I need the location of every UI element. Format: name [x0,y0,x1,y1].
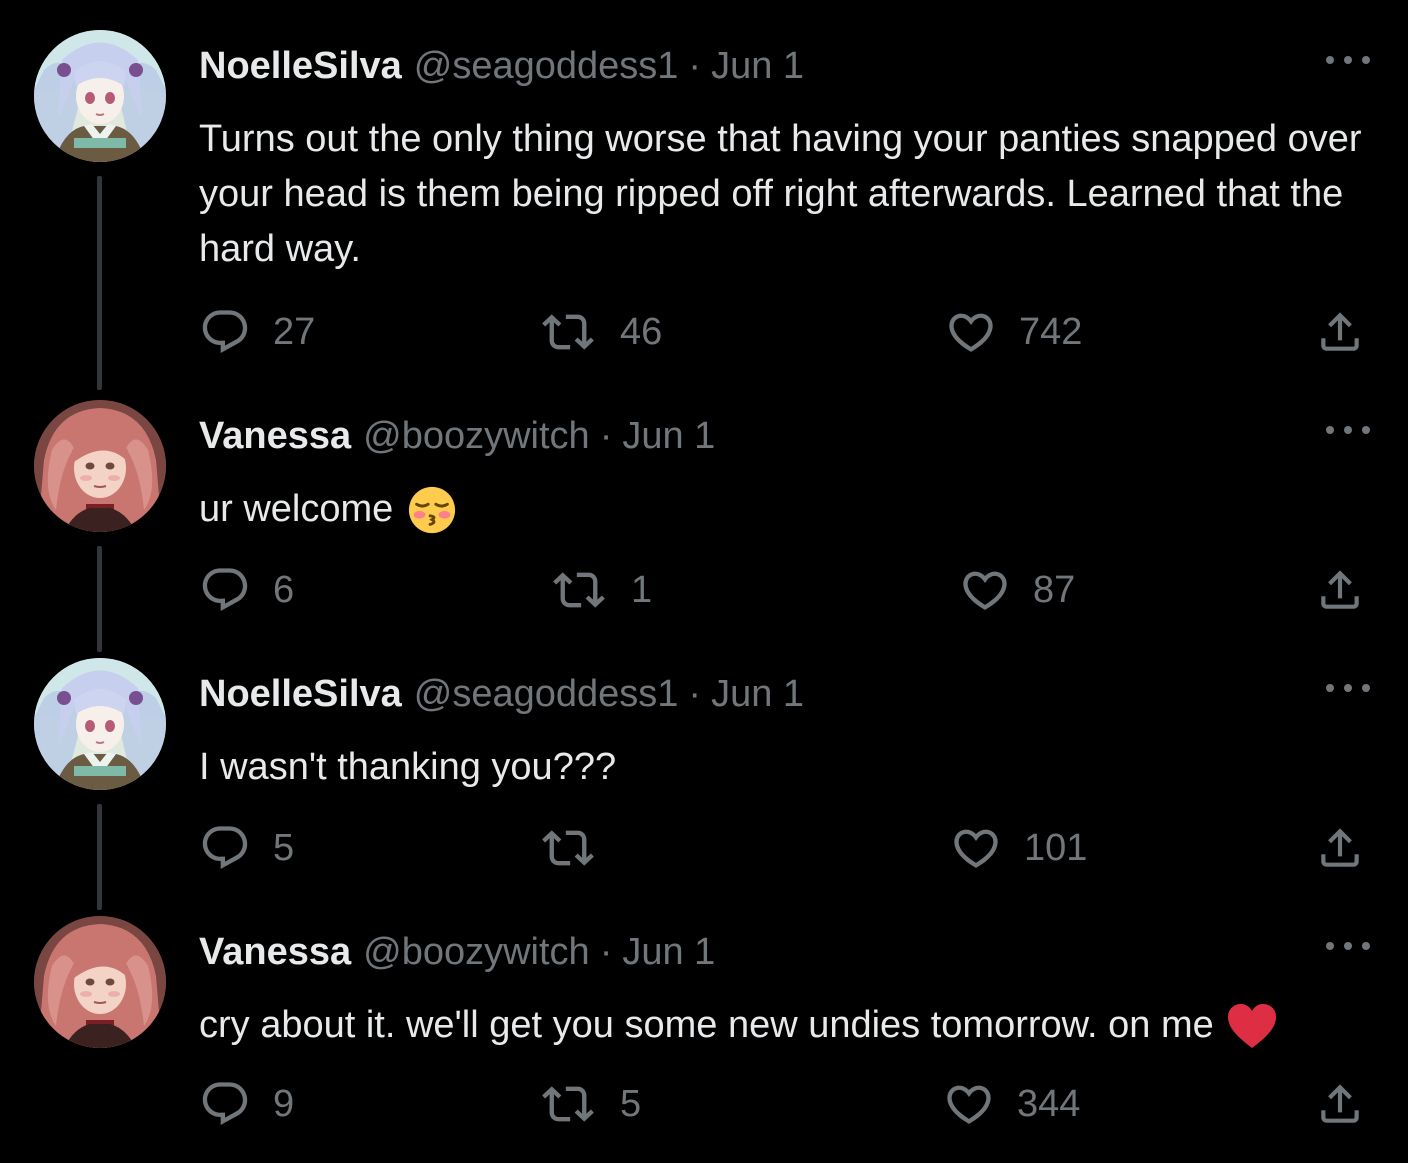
reply-count: 6 [273,568,295,611]
like-icon [950,822,1002,874]
vanessa-avatar-image [34,400,166,532]
tweet-text-line: ur welcome [199,482,1379,537]
separator-dot: · [599,414,613,457]
display-name[interactable]: Vanessa [199,415,351,458]
like-button[interactable]: 87 [959,565,1075,615]
separator-dot: · [688,672,702,715]
reply-button[interactable]: 9 [199,1079,294,1129]
retweet-count: 1 [631,568,653,611]
tweet-header: NoelleSilva @seagoddess1 · Jun 1 [199,44,804,88]
tweet-text: ur welcome [199,488,394,530]
tweet-header: NoelleSilva @seagoddess1 · Jun 1 [199,672,804,716]
share-button[interactable] [1315,307,1365,357]
avatar[interactable] [34,30,166,162]
noelle-avatar-image [34,30,166,162]
retweet-button[interactable]: 46 [538,307,662,357]
like-button[interactable]: 101 [950,823,1087,873]
tweet-date[interactable]: Jun 1 [711,45,804,88]
user-handle[interactable]: @seagoddess1 [414,673,679,716]
like-count: 87 [1033,568,1076,611]
display-name[interactable]: NoelleSilva [199,673,402,716]
tweet-date[interactable]: Jun 1 [622,415,715,458]
tweet-text: Turns out the only thing worse that havi… [199,118,1362,270]
avatar[interactable] [34,916,166,1048]
user-handle[interactable]: @boozywitch [363,415,590,458]
noelle-avatar-image [34,658,166,790]
tweet[interactable]: NoelleSilva @seagoddess1 · Jun 1 I wasn'… [0,628,1408,910]
like-count: 742 [1019,310,1083,353]
tweet[interactable]: Vanessa @boozywitch · Jun 1 ur welcome 6… [0,370,1408,652]
retweet-button[interactable]: 5 [538,1079,641,1129]
share-button[interactable] [1315,823,1365,873]
tweet-header: Vanessa @boozywitch · Jun 1 [199,930,715,974]
kissing-face-emoji [407,485,457,535]
retweet-count: 5 [620,1082,642,1125]
thread-line [97,176,102,390]
like-count: 101 [1024,826,1088,869]
reply-count: 9 [273,1082,295,1125]
retweet-icon [538,822,598,874]
separator-dot: · [599,930,613,973]
avatar[interactable] [34,658,166,790]
red-heart-emoji [1226,1002,1278,1050]
tweet[interactable]: Vanessa @boozywitch · Jun 1 cry about it… [0,886,1408,1144]
avatar[interactable] [34,400,166,532]
tweet-actions: 5 101 [199,823,1369,873]
tweet-actions: 9 5 344 [199,1079,1369,1129]
reply-icon [199,564,251,616]
tweet-header: Vanessa @boozywitch · Jun 1 [199,414,715,458]
retweet-count: 46 [620,310,663,353]
retweet-button[interactable]: 1 [549,565,652,615]
like-icon [959,564,1011,616]
share-icon [1315,1079,1365,1129]
tweet-text: cry about it. we'll get you some new und… [199,1004,1214,1046]
retweet-button[interactable] [538,823,620,873]
like-button[interactable]: 344 [943,1079,1080,1129]
tweet-date[interactable]: Jun 1 [711,673,804,716]
like-button[interactable]: 742 [945,307,1082,357]
like-count: 344 [1017,1082,1081,1125]
share-icon [1315,307,1365,357]
tweet[interactable]: NoelleSilva @seagoddess1 · Jun 1 Turns o… [0,0,1408,390]
reply-icon [199,822,251,874]
display-name[interactable]: Vanessa [199,931,351,974]
like-icon [945,306,997,358]
share-button[interactable] [1315,1079,1365,1129]
retweet-icon [538,1078,598,1130]
separator-dot: · [688,44,702,87]
share-button[interactable] [1315,565,1365,615]
more-icon[interactable] [1326,676,1370,700]
tweet-date[interactable]: Jun 1 [622,931,715,974]
like-icon [943,1078,995,1130]
reply-button[interactable]: 5 [199,823,294,873]
vanessa-avatar-image [34,916,166,1048]
tweet-text-line: cry about it. we'll get you some new und… [199,998,1379,1053]
tweet-text: I wasn't thanking you??? [199,746,617,788]
share-icon [1315,565,1365,615]
reply-count: 27 [273,310,316,353]
more-icon[interactable] [1326,48,1370,72]
more-icon[interactable] [1326,418,1370,442]
user-handle[interactable]: @boozywitch [363,931,590,974]
user-handle[interactable]: @seagoddess1 [414,45,679,88]
display-name[interactable]: NoelleSilva [199,45,402,88]
reply-icon [199,1078,251,1130]
retweet-icon [549,564,609,616]
retweet-icon [538,306,598,358]
tweet-actions: 27 46 742 [199,307,1369,357]
more-icon[interactable] [1326,934,1370,958]
share-icon [1315,823,1365,873]
reply-button[interactable]: 27 [199,307,315,357]
reply-icon [199,306,251,358]
reply-button[interactable]: 6 [199,565,294,615]
tweet-actions: 6 1 87 [199,565,1369,615]
reply-count: 5 [273,826,295,869]
